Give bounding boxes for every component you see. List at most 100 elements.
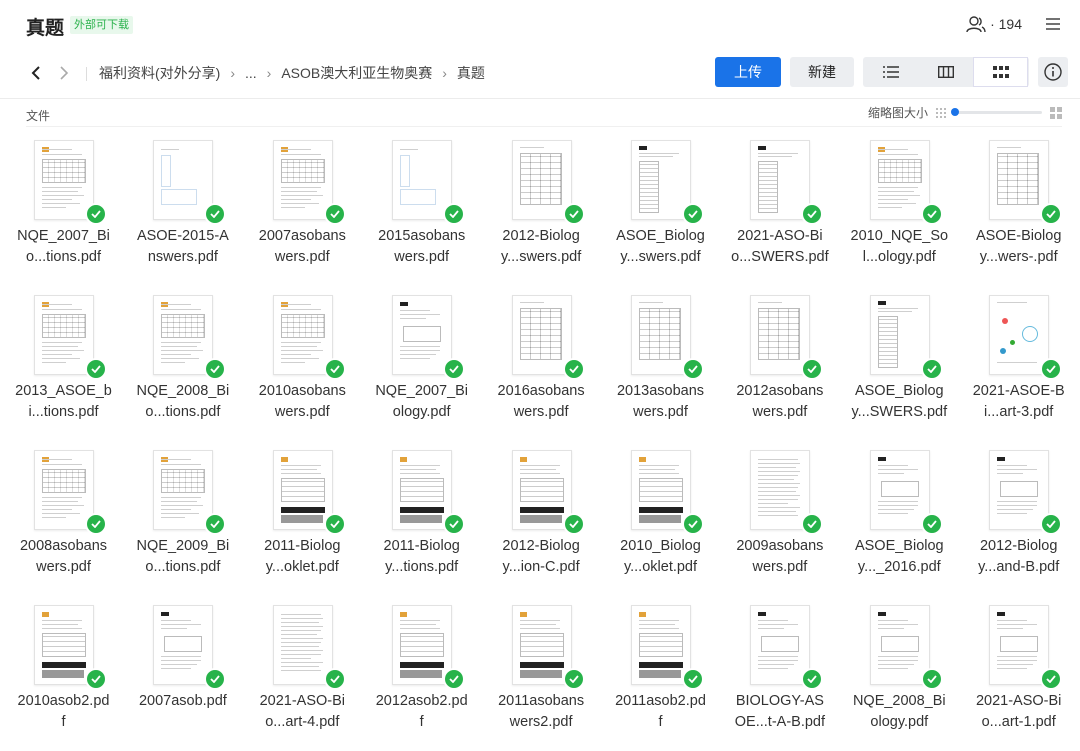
file-name: 2013asobans wers.pdf <box>601 381 720 423</box>
check-icon <box>323 203 346 225</box>
file-tile[interactable]: 2012asob2.pd f <box>362 601 481 751</box>
file-name-line: 2011asobans <box>498 693 585 709</box>
file-name-line: 2010_NQE_So <box>850 228 949 244</box>
check-icon <box>443 358 466 380</box>
chevron-right-icon: › <box>266 65 272 81</box>
check-icon <box>1040 203 1063 225</box>
file-tile[interactable]: ASOE_Biolog y...SWERS.pdf <box>840 291 959 441</box>
file-tile[interactable]: 2007asobans wers.pdf <box>243 136 362 286</box>
list-view-button[interactable] <box>863 57 918 87</box>
file-tile[interactable]: 2021-ASO-Bi o...art-4.pdf <box>243 601 362 751</box>
breadcrumb-item[interactable]: ASOB澳大利亚生物奥赛 <box>281 63 432 83</box>
menu-button[interactable] <box>1044 15 1062 33</box>
file-name: ASOE_Biolog y..._2016.pdf <box>840 536 959 578</box>
info-button[interactable] <box>1038 57 1068 87</box>
file-tile[interactable]: 2011-Biolog y...tions.pdf <box>362 446 481 596</box>
pdf-thumbnail <box>392 295 453 375</box>
file-name: 2011asobans wers2.pdf <box>482 691 601 733</box>
file-name: 2007asobans wers.pdf <box>243 226 362 268</box>
forward-button[interactable] <box>56 64 72 82</box>
file-name: 2012-Biolog y...swers.pdf <box>482 226 601 268</box>
pdf-thumbnail <box>272 450 333 530</box>
check-icon <box>323 358 346 380</box>
file-tile[interactable]: NQE_2009_Bi o...tions.pdf <box>123 446 242 596</box>
chevron-right-icon: › <box>230 65 235 81</box>
file-tile[interactable]: 2021-ASOE-B i...art-3.pdf <box>959 291 1078 441</box>
file-name-line: 2013asobans <box>616 383 705 399</box>
file-tile[interactable]: 2007asob.pdf <box>123 601 242 751</box>
file-name: 2021-ASO-Bi o...art-1.pdf <box>959 691 1078 733</box>
file-tile[interactable]: BIOLOGY-AS OE...t-A-B.pdf <box>720 601 839 751</box>
file-tile[interactable]: 2010_NQE_So l...ology.pdf <box>840 136 959 286</box>
file-name-line: 2007asobans <box>258 228 346 244</box>
file-name-line: wers.pdf <box>752 404 808 420</box>
file-tile[interactable]: ASOE_Biolog y..._2016.pdf <box>840 446 959 596</box>
file-tile[interactable]: 2009asobans wers.pdf <box>720 446 839 596</box>
check-icon <box>1040 513 1063 535</box>
thumbnail-size-label: 缩略图大小 <box>867 106 928 120</box>
file-tile[interactable]: NQE_2008_Bi o...tions.pdf <box>123 291 242 441</box>
file-tile[interactable]: 2021-ASO-Bi o...art-1.pdf <box>959 601 1078 751</box>
file-tile[interactable]: 2011asobans wers2.pdf <box>482 601 601 751</box>
file-tile[interactable]: ASOE-Biolog y...wers-.pdf <box>959 136 1078 286</box>
pdf-thumbnail <box>511 450 572 530</box>
column-view-button[interactable] <box>918 57 973 87</box>
file-tile[interactable]: 2013_ASOE_b i...tions.pdf <box>4 291 123 441</box>
breadcrumb-ellipsis[interactable]: ... <box>245 65 257 81</box>
file-name: 2021-ASOE-B i...art-3.pdf <box>959 381 1078 423</box>
file-name-line: y...swers.pdf <box>500 249 582 265</box>
file-name: 2016asobans wers.pdf <box>482 381 601 423</box>
file-tile[interactable]: NQE_2007_Bi ology.pdf <box>362 291 481 441</box>
file-tile[interactable]: 2008asobans wers.pdf <box>4 446 123 596</box>
thumbnail-view-button[interactable] <box>973 57 1028 87</box>
file-name: 2011asob2.pd f <box>601 691 720 733</box>
file-name-line: wers.pdf <box>36 559 91 575</box>
file-tile[interactable]: 2011-Biolog y...oklet.pdf <box>243 446 362 596</box>
pdf-thumbnail <box>989 605 1050 685</box>
file-name-line: 2012-Biolog <box>502 538 580 554</box>
file-name: ASOE_Biolog y...swers.pdf <box>601 226 720 268</box>
file-name: BIOLOGY-AS OE...t-A-B.pdf <box>720 691 839 733</box>
file-tile[interactable]: 2011asob2.pd f <box>601 601 720 751</box>
file-tile[interactable]: 2010_Biolog y...oklet.pdf <box>601 446 720 596</box>
file-tile[interactable]: 2012-Biolog y...and-B.pdf <box>959 446 1078 596</box>
file-tile[interactable]: 2012-Biolog y...ion-C.pdf <box>482 446 601 596</box>
file-tile[interactable]: NQE_2007_Bi o...tions.pdf <box>4 136 123 286</box>
file-name-line: l...ology.pdf <box>862 249 936 265</box>
pdf-thumbnail <box>869 605 930 685</box>
file-tile[interactable]: 2013asobans wers.pdf <box>601 291 720 441</box>
file-name: 2010asobans wers.pdf <box>243 381 362 423</box>
file-name-line: wers2.pdf <box>509 714 573 730</box>
check-icon <box>204 668 227 690</box>
file-name-line: ASOE-2015-A <box>136 228 229 244</box>
file-name: 2013_ASOE_b i...tions.pdf <box>4 381 123 423</box>
file-tile[interactable]: NQE_2008_Bi ology.pdf <box>840 601 959 751</box>
check-icon <box>920 358 943 380</box>
file-name-line: NQE_2007_Bi <box>375 383 469 399</box>
upload-button[interactable]: 上传 <box>715 57 781 87</box>
file-tile[interactable]: 2010asob2.pd f <box>4 601 123 751</box>
slider-handle[interactable] <box>951 108 959 116</box>
file-name: 2011-Biolog y...tions.pdf <box>362 536 481 578</box>
file-tile[interactable]: ASOE_Biolog y...swers.pdf <box>601 136 720 286</box>
file-name-line: OE...t-A-B.pdf <box>734 714 826 730</box>
file-name-line: 2010_Biolog <box>620 538 701 554</box>
thumbnail-size-slider[interactable] <box>951 108 1042 116</box>
breadcrumb-item[interactable]: 福利资料(对外分享) <box>99 63 220 83</box>
file-name-line: wers.pdf <box>752 559 808 575</box>
pdf-thumbnail <box>989 295 1050 375</box>
file-name: 2012-Biolog y...ion-C.pdf <box>482 536 601 578</box>
file-tile[interactable]: 2016asobans wers.pdf <box>482 291 601 441</box>
file-tile[interactable]: 2012asobans wers.pdf <box>720 291 839 441</box>
file-tile[interactable]: 2012-Biolog y...swers.pdf <box>482 136 601 286</box>
new-button[interactable]: 新建 <box>790 57 854 87</box>
file-tile[interactable]: 2015asobans wers.pdf <box>362 136 481 286</box>
file-tile[interactable]: 2010asobans wers.pdf <box>243 291 362 441</box>
file-name-line: y...tions.pdf <box>385 559 459 575</box>
pdf-thumbnail <box>511 140 572 220</box>
file-tile[interactable]: ASOE-2015-A nswers.pdf <box>123 136 242 286</box>
file-tile[interactable]: 2021-ASO-Bi o...SWERS.pdf <box>720 136 839 286</box>
file-name-line: 2011asob2.pd <box>615 693 706 709</box>
back-button[interactable] <box>28 64 44 82</box>
members-button[interactable]: · 194 <box>966 15 1022 33</box>
